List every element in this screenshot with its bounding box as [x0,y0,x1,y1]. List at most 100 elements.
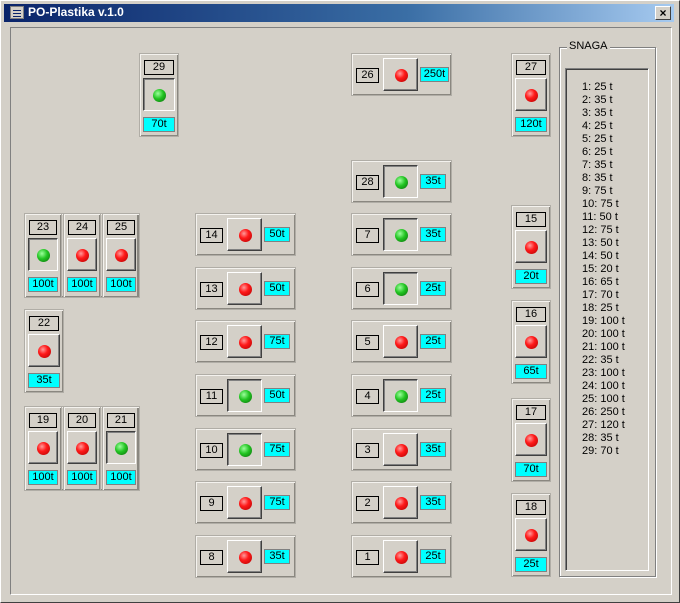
machine-number-4: 4 [356,389,379,404]
machine-toggle-button-12[interactable] [227,325,262,358]
machine-toggle-button-22[interactable] [28,334,60,367]
snaga-list-item[interactable]: 25: 100 t [582,393,648,406]
snaga-list-item[interactable]: 17: 70 t [582,289,648,302]
machine-toggle-button-23[interactable] [28,238,58,271]
machine-number-29: 29 [144,60,174,75]
snaga-list-item[interactable]: 3: 35 t [582,107,648,120]
machine-toggle-button-2[interactable] [383,486,418,519]
snaga-list-item[interactable]: 2: 35 t [582,94,648,107]
green-led-icon [394,389,408,403]
snaga-list-item[interactable]: 9: 75 t [582,185,648,198]
machine-toggle-button-6[interactable] [383,272,418,305]
red-led-icon [525,240,538,254]
snaga-list-item[interactable]: 26: 250 t [582,406,648,419]
green-led-icon [115,441,128,455]
red-led-icon [115,248,128,262]
machine-capacity-7: 35t [420,227,446,242]
machine-capacity-15: 20t [515,269,547,284]
snaga-list-item[interactable]: 22: 35 t [582,354,648,367]
red-led-icon [394,68,408,82]
snaga-list-item[interactable]: 14: 50 t [582,250,648,263]
snaga-list-item[interactable]: 1: 25 t [582,81,648,94]
machine-toggle-button-3[interactable] [383,433,418,466]
machine-number-27: 27 [516,60,546,75]
machine-number-24: 24 [68,220,96,235]
machine-toggle-button-4[interactable] [383,379,418,412]
snaga-list-item[interactable]: 28: 35 t [582,432,648,445]
green-led-icon [394,175,408,189]
snaga-list-item[interactable]: 19: 100 t [582,315,648,328]
machine-capacity-13: 50t [264,281,290,296]
green-led-icon [238,443,252,457]
red-led-icon [37,441,50,455]
machine-capacity-10: 75t [264,442,290,457]
machine-toggle-button-20[interactable] [67,431,97,464]
snaga-list-item[interactable]: 7: 35 t [582,159,648,172]
snaga-list-item[interactable]: 24: 100 t [582,380,648,393]
machine-toggle-button-1[interactable] [383,540,418,573]
snaga-list-item[interactable]: 6: 25 t [582,146,648,159]
machine-capacity-18: 25t [515,557,547,572]
snaga-list-item[interactable]: 29: 70 t [582,445,648,458]
snaga-list-item[interactable]: 18: 25 t [582,302,648,315]
machine-toggle-button-7[interactable] [383,218,418,251]
snaga-list[interactable]: 1: 25 t 2: 35 t 3: 35 t 4: 25 t 5: 25 t 6: 25… [565,68,649,571]
machine-toggle-button-21[interactable] [106,431,136,464]
machine-number-6: 6 [356,282,379,297]
snaga-list-item[interactable]: 23: 100 t [582,367,648,380]
snaga-list-item[interactable]: 20: 100 t [582,328,648,341]
machine-toggle-button-25[interactable] [106,238,136,271]
machine-toggle-button-8[interactable] [227,540,262,573]
snaga-list-item[interactable]: 21: 100 t [582,341,648,354]
machine-capacity-20: 100t [67,470,97,485]
snaga-list-item[interactable]: 8: 35 t [582,172,648,185]
snaga-list-item[interactable]: 16: 65 t [582,276,648,289]
machine-toggle-button-17[interactable] [515,423,547,456]
machine-number-20: 20 [68,413,96,428]
machine-toggle-button-11[interactable] [227,379,262,412]
machine-number-21: 21 [107,413,135,428]
machine-toggle-button-10[interactable] [227,433,262,466]
snaga-list-item[interactable]: 11: 50 t [582,211,648,224]
machine-toggle-button-14[interactable] [227,218,262,251]
snaga-list-item[interactable]: 13: 50 t [582,237,648,250]
machine-capacity-4: 25t [420,388,446,403]
machine-capacity-27: 120t [515,117,547,132]
red-led-icon [238,335,252,349]
machine-number-1: 1 [356,550,379,565]
machine-number-12: 12 [200,335,223,350]
app-icon [10,6,24,19]
red-led-icon [76,248,89,262]
snaga-list-item[interactable]: 15: 20 t [582,263,648,276]
machine-capacity-11: 50t [264,388,290,403]
machine-number-2: 2 [356,496,379,511]
red-led-icon [525,335,538,349]
snaga-list-item[interactable]: 4: 25 t [582,120,648,133]
title-bar[interactable]: PO-Plastika v.1.0 × [4,4,674,22]
machine-capacity-2: 35t [420,495,446,510]
machine-capacity-24: 100t [67,277,97,292]
machine-toggle-button-29[interactable] [143,78,175,111]
machine-toggle-button-24[interactable] [67,238,97,271]
machine-toggle-button-13[interactable] [227,272,262,305]
snaga-list-item[interactable]: 27: 120 t [582,419,648,432]
machine-number-18: 18 [516,500,546,515]
machine-toggle-button-16[interactable] [515,325,547,358]
machine-toggle-button-15[interactable] [515,230,547,263]
machine-toggle-button-19[interactable] [28,431,58,464]
snaga-list-item[interactable]: 12: 75 t [582,224,648,237]
machine-toggle-button-5[interactable] [383,325,418,358]
machine-number-5: 5 [356,335,379,350]
machine-toggle-button-18[interactable] [515,518,547,551]
machine-capacity-17: 70t [515,462,547,477]
machine-toggle-button-28[interactable] [383,165,418,198]
snaga-list-item[interactable]: 10: 75 t [582,198,648,211]
machine-toggle-button-9[interactable] [227,486,262,519]
close-button[interactable]: × [655,6,671,20]
snaga-list-item[interactable]: 5: 25 t [582,133,648,146]
green-led-icon [394,282,408,296]
machine-capacity-1: 25t [420,549,446,564]
machine-toggle-button-26[interactable] [383,58,418,91]
machine-number-15: 15 [516,212,546,227]
machine-toggle-button-27[interactable] [515,78,547,111]
